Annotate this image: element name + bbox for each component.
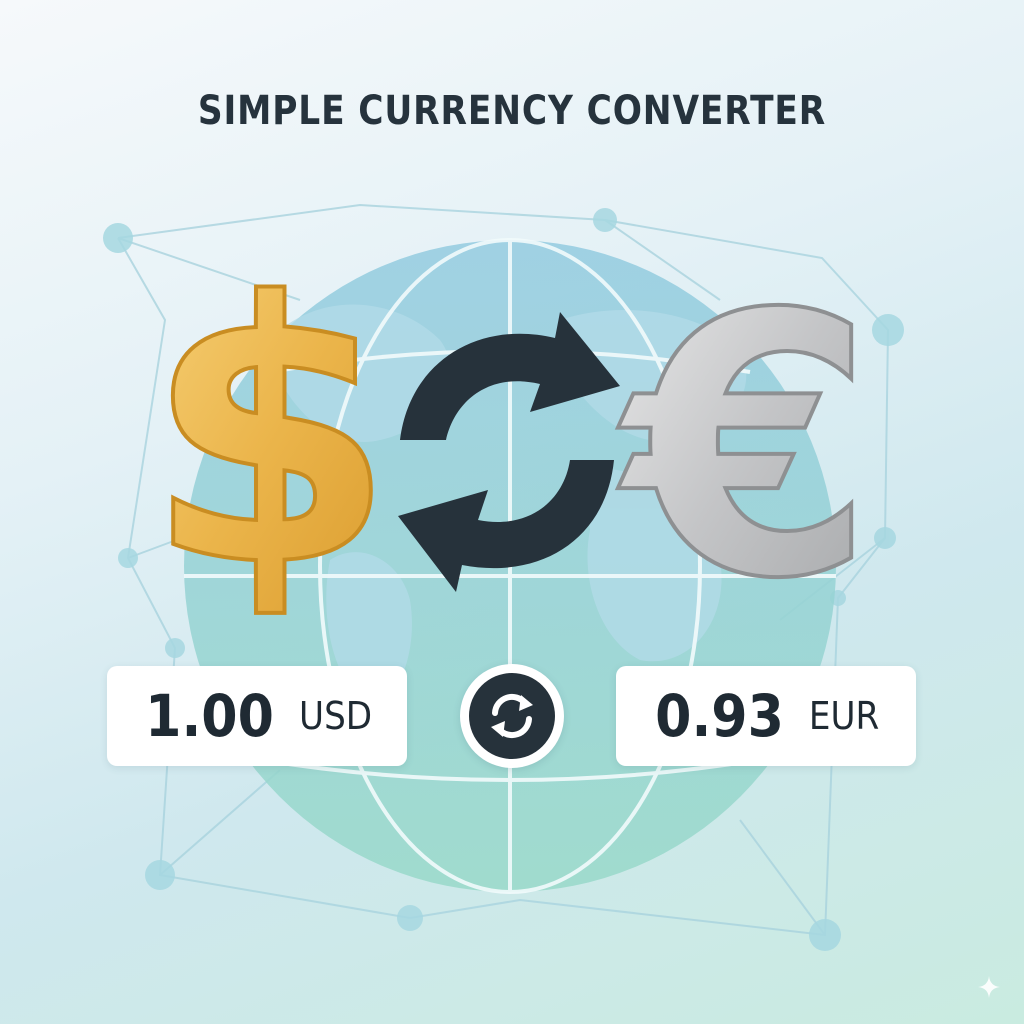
to-currency-code: EUR	[809, 694, 880, 738]
dollar-sign-icon: $	[143, 224, 398, 647]
to-amount-field[interactable]: 0.93 EUR	[616, 666, 916, 766]
refresh-icon	[491, 693, 533, 739]
euro-sign-icon: €	[612, 236, 878, 659]
from-amount-field[interactable]: 1.00 USD	[107, 666, 407, 766]
from-amount-value: 1.00	[144, 682, 274, 750]
svg-text:€: €	[614, 238, 876, 657]
from-currency-code: USD	[299, 694, 373, 738]
to-amount-value: 0.93	[655, 682, 785, 750]
sparkle-icon	[978, 976, 1000, 998]
swap-currencies-button[interactable]	[460, 664, 564, 768]
swap-button-face	[469, 673, 555, 759]
svg-text:$: $	[145, 226, 396, 645]
converter-illustration: $ €	[103, 203, 904, 951]
